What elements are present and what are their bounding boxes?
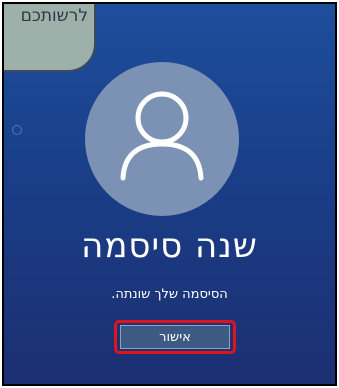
user-avatar bbox=[85, 62, 239, 216]
status-message: הסיסמה שלך שונתה. bbox=[111, 287, 228, 302]
speech-bubble-text: לרשותכם bbox=[20, 6, 88, 26]
ok-button[interactable]: אישור bbox=[120, 325, 230, 349]
lock-screen: לרשותכם שנה סיסמה הסיסמה שלך שונתה. אישו… bbox=[2, 2, 337, 386]
bubble-tail-dot bbox=[12, 125, 22, 135]
page-title: שנה סיסמה bbox=[81, 226, 258, 266]
speech-bubble: לרשותכם bbox=[4, 4, 96, 72]
user-icon bbox=[120, 91, 204, 181]
